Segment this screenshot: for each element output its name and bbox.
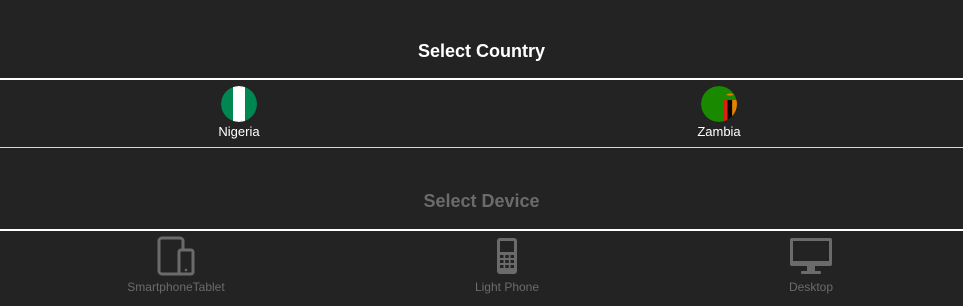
country-label: Nigeria [218, 124, 260, 139]
device-label: Light Phone [474, 280, 540, 294]
device-label: Desktop [788, 280, 834, 294]
country-label: Zambia [697, 124, 741, 139]
country-option-zambia[interactable]: Zambia [659, 86, 779, 139]
divider [0, 78, 963, 80]
smartphone-tablet-icon [157, 236, 195, 276]
country-option-nigeria[interactable]: Nigeria [179, 86, 299, 139]
desktop-monitor-icon [790, 238, 832, 274]
zambia-flag-icon [701, 86, 737, 122]
nigeria-flag-icon [221, 86, 257, 122]
device-option-light-phone[interactable]: Light Phone [427, 236, 587, 294]
device-option-desktop[interactable]: Desktop [731, 236, 891, 294]
feature-phone-icon [497, 238, 517, 274]
selection-page: Select Country Nigeria Zambia Select Dev… [0, 0, 963, 306]
device-label: SmartphoneTablet [127, 280, 225, 294]
divider [0, 229, 963, 231]
select-device-title: Select Device [423, 191, 540, 211]
divider [0, 147, 963, 148]
select-country-title: Select Country [417, 41, 546, 61]
device-option-smartphone-tablet[interactable]: SmartphoneTablet [96, 236, 256, 294]
